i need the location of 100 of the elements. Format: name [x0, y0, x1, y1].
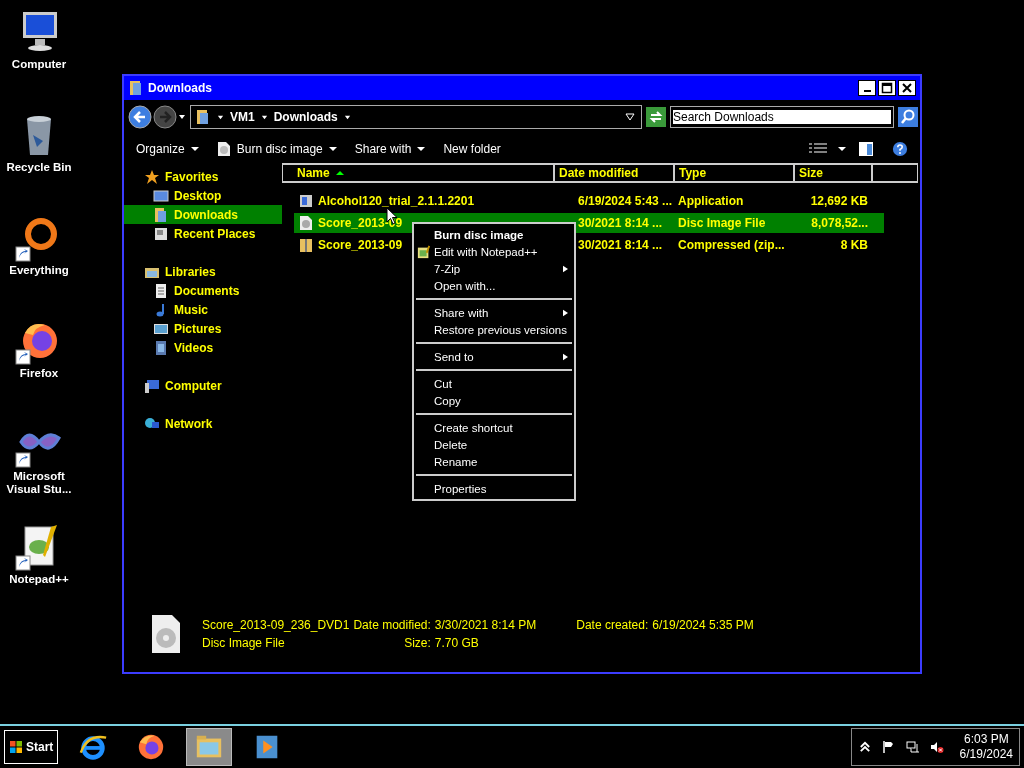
videos-icon — [153, 339, 169, 356]
address-bar[interactable]: VM1 Downloads — [190, 105, 642, 129]
breadcrumb-item[interactable]: VM1 — [230, 110, 255, 124]
menu-item[interactable]: Properties — [414, 480, 574, 497]
date-modified-cell: 6/19/2024 5:43 ... — [578, 194, 673, 208]
help-icon[interactable] — [891, 141, 909, 157]
menu-item[interactable]: Edit with Notepad++ — [414, 243, 574, 260]
menu-item[interactable]: 7-Zip — [414, 260, 574, 277]
type-cell: Disc Image File — [678, 216, 766, 230]
windows-logo-icon — [9, 740, 23, 754]
dropdown-icon[interactable] — [625, 113, 635, 121]
desktop-icon — [153, 187, 169, 204]
type-cell: Application — [678, 194, 744, 208]
desktop-icon-label[interactable]: Computer — [1, 58, 77, 71]
column-header[interactable]: Name — [282, 163, 554, 183]
size-cell: 8,078,52... — [811, 216, 868, 230]
clock[interactable]: 6:03 PM 6/19/2024 — [959, 732, 1013, 762]
desktop-icon-label[interactable]: Recycle Bin — [1, 161, 77, 174]
date-modified-cell: 30/2021 8:14 ... — [578, 216, 663, 230]
nav-item[interactable]: Documents — [124, 281, 282, 300]
caret-icon[interactable] — [343, 113, 351, 121]
menu-item[interactable]: Rename — [414, 453, 574, 470]
toolbar-button[interactable]: New folder — [437, 139, 507, 159]
preview-pane-icon[interactable] — [857, 141, 875, 157]
disc-file-icon — [298, 215, 314, 231]
disc-file-icon — [216, 141, 231, 157]
show-hidden-icons-icon[interactable] — [857, 740, 872, 754]
refresh-icon[interactable] — [646, 107, 666, 127]
start-button[interactable]: Start — [4, 730, 59, 764]
column-header[interactable]: Date modified — [554, 163, 674, 183]
star-icon — [144, 168, 160, 185]
network-icon[interactable] — [905, 740, 920, 754]
nav-item[interactable]: Videos — [124, 338, 282, 357]
desktop-icon-label[interactable]: Microsoft Visual Stu... — [1, 470, 77, 496]
taskbar-button[interactable] — [186, 728, 233, 766]
nav-item[interactable]: Music — [124, 300, 282, 319]
nav-item[interactable]: Downloads — [124, 205, 282, 224]
menu-item[interactable]: Open with... — [414, 277, 574, 294]
installer-icon — [298, 193, 314, 209]
toolbar-button[interactable]: Share with — [348, 139, 432, 159]
caret-icon — [417, 145, 426, 153]
menu-item[interactable]: Send to — [414, 348, 574, 365]
file-name[interactable]: Alcohol120_trial_2.1.1.2201 — [318, 194, 475, 208]
column-header[interactable]: Size — [794, 163, 872, 183]
column-header[interactable]: Type — [674, 163, 794, 183]
detail-label: Date created: — [576, 618, 649, 632]
menu-item[interactable]: Copy — [414, 392, 574, 409]
detail-value: 7.70 GB — [434, 636, 480, 650]
type-cell: Compressed (zip... — [678, 238, 785, 252]
folder-icon — [128, 80, 144, 96]
caret-icon — [190, 145, 199, 153]
toolbar-button[interactable]: Organize — [130, 139, 205, 159]
maximize-icon — [881, 82, 893, 94]
file-name[interactable]: Score_2013-09 — [318, 216, 403, 230]
window-title: Downloads — [148, 81, 212, 95]
submenu-arrow-icon — [563, 264, 568, 273]
desktop-icon-label[interactable]: Firefox — [1, 367, 77, 380]
toolbar-button[interactable]: Burn disc image — [210, 138, 343, 160]
caret-icon — [328, 145, 337, 153]
detail-value: 6/19/2024 5:35 PM — [652, 618, 754, 632]
forward-icon[interactable] — [153, 105, 177, 129]
zip-folder-icon — [298, 237, 314, 253]
caret-icon[interactable] — [838, 145, 846, 153]
nav-item[interactable]: Computer — [124, 376, 282, 395]
maximize-button[interactable] — [878, 80, 896, 96]
nav-item[interactable]: Libraries — [124, 262, 282, 281]
caret-icon[interactable] — [260, 113, 268, 121]
muted-speaker-icon[interactable] — [929, 740, 944, 754]
computer-icon — [144, 377, 160, 394]
flag-icon[interactable] — [881, 740, 896, 754]
back-icon[interactable] — [128, 105, 152, 129]
search-field[interactable]: Search Downloads — [670, 106, 894, 128]
desktop-icon-label[interactable]: Notepad++ — [1, 573, 77, 586]
detail-label: Date modified: — [353, 618, 431, 632]
menu-item[interactable]: Share with — [414, 304, 574, 321]
desktop-icon-label[interactable]: Everything — [1, 264, 77, 277]
caret-icon[interactable] — [178, 113, 186, 121]
caret-icon[interactable] — [217, 113, 224, 121]
close-button[interactable] — [898, 80, 916, 96]
menu-item[interactable]: Delete — [414, 436, 574, 453]
nav-item[interactable]: Recent Places — [124, 224, 282, 243]
nav-item[interactable]: Pictures — [124, 319, 282, 338]
nav-item[interactable]: Network — [124, 414, 282, 433]
detail-label: Size: — [404, 636, 431, 650]
notepad-icon — [417, 244, 431, 259]
menu-item[interactable]: Create shortcut — [414, 419, 574, 436]
menu-item[interactable]: Restore previous versions — [414, 321, 574, 338]
size-cell: 12,692 KB — [810, 194, 868, 208]
close-icon — [901, 82, 913, 94]
menu-item[interactable]: Cut — [414, 375, 574, 392]
file-name[interactable]: Score_2013-09 — [318, 238, 403, 252]
detail-value: 3/30/2021 8:14 PM — [434, 618, 537, 632]
size-cell: 8 KB — [840, 238, 868, 252]
minimize-button[interactable] — [858, 80, 876, 96]
nav-item[interactable]: Desktop — [124, 186, 282, 205]
breadcrumb-item[interactable]: Downloads — [273, 110, 338, 124]
nav-item[interactable]: Favorites — [124, 167, 282, 186]
downloads-icon — [153, 206, 169, 223]
search-icon[interactable] — [898, 107, 918, 127]
folder-icon — [195, 109, 211, 125]
